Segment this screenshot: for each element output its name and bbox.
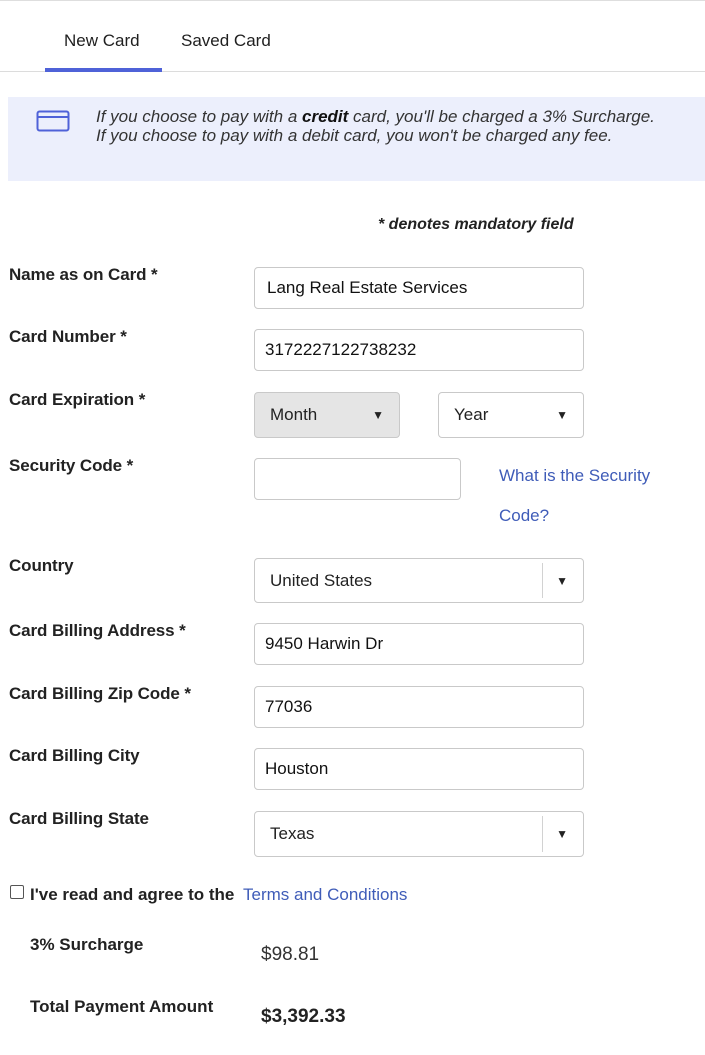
- security-code-input[interactable]: [254, 458, 461, 500]
- payment-tabs: New Card Saved Card: [0, 0, 705, 72]
- credit-card-icon: [36, 110, 70, 132]
- active-tab-indicator: [45, 68, 162, 72]
- billing-address-label: Card Billing Address *: [9, 621, 186, 640]
- notice-text: If you choose to pay with a credit card,…: [96, 107, 656, 145]
- surcharge-notice: If you choose to pay with a credit card,…: [8, 97, 705, 181]
- country-value: United States: [270, 570, 373, 590]
- select-divider: [542, 563, 543, 598]
- tab-new-card[interactable]: New Card: [64, 31, 140, 51]
- billing-state-label: Card Billing State: [9, 809, 149, 828]
- expiration-month-value: Month: [270, 405, 318, 424]
- expiration-year-value: Year: [454, 405, 489, 424]
- caret-down-icon: ▼: [556, 827, 568, 841]
- caret-down-icon: ▼: [372, 408, 384, 422]
- caret-down-icon: ▼: [556, 408, 568, 422]
- total-payment-value: $3,392.33: [261, 1006, 346, 1027]
- terms-agree-text: I've read and agree to the: [30, 885, 235, 904]
- name-on-card-input[interactable]: [254, 267, 584, 309]
- terms-and-conditions-link[interactable]: Terms and Conditions: [243, 885, 407, 905]
- billing-zip-label: Card Billing Zip Code *: [9, 684, 191, 703]
- card-number-label: Card Number *: [9, 327, 127, 346]
- mandatory-field-note: * denotes mandatory field: [378, 216, 574, 233]
- caret-down-icon: ▼: [556, 573, 568, 588]
- security-code-help-link[interactable]: What is the Security: [499, 466, 650, 486]
- terms-checkbox[interactable]: [10, 885, 24, 899]
- security-code-label: Security Code *: [9, 456, 134, 475]
- country-label: Country: [9, 556, 74, 575]
- total-payment-label: Total Payment Amount: [30, 997, 214, 1016]
- card-expiration-label: Card Expiration *: [9, 390, 146, 409]
- state-select[interactable]: Texas ▼: [254, 811, 584, 857]
- billing-city-label: Card Billing City: [9, 746, 140, 765]
- state-value: Texas: [270, 824, 315, 843]
- country-select[interactable]: United States ▼: [254, 558, 584, 603]
- notice-emphasis: credit: [302, 107, 349, 126]
- card-number-input[interactable]: [254, 329, 584, 371]
- expiration-year-select[interactable]: Year ▼: [438, 392, 584, 438]
- billing-zip-input[interactable]: [254, 686, 584, 728]
- tab-saved-card[interactable]: Saved Card: [181, 31, 271, 51]
- notice-prefix: If you choose to pay with a: [96, 107, 303, 126]
- surcharge-label: 3% Surcharge: [30, 935, 144, 954]
- select-divider: [542, 816, 543, 852]
- billing-city-input[interactable]: [254, 748, 584, 790]
- name-label: Name as on Card *: [9, 265, 158, 284]
- surcharge-value: $98.81: [261, 944, 320, 965]
- expiration-month-select[interactable]: Month ▼: [254, 392, 400, 438]
- security-code-help-link-line2[interactable]: Code?: [499, 506, 549, 526]
- billing-address-input[interactable]: [254, 623, 584, 665]
